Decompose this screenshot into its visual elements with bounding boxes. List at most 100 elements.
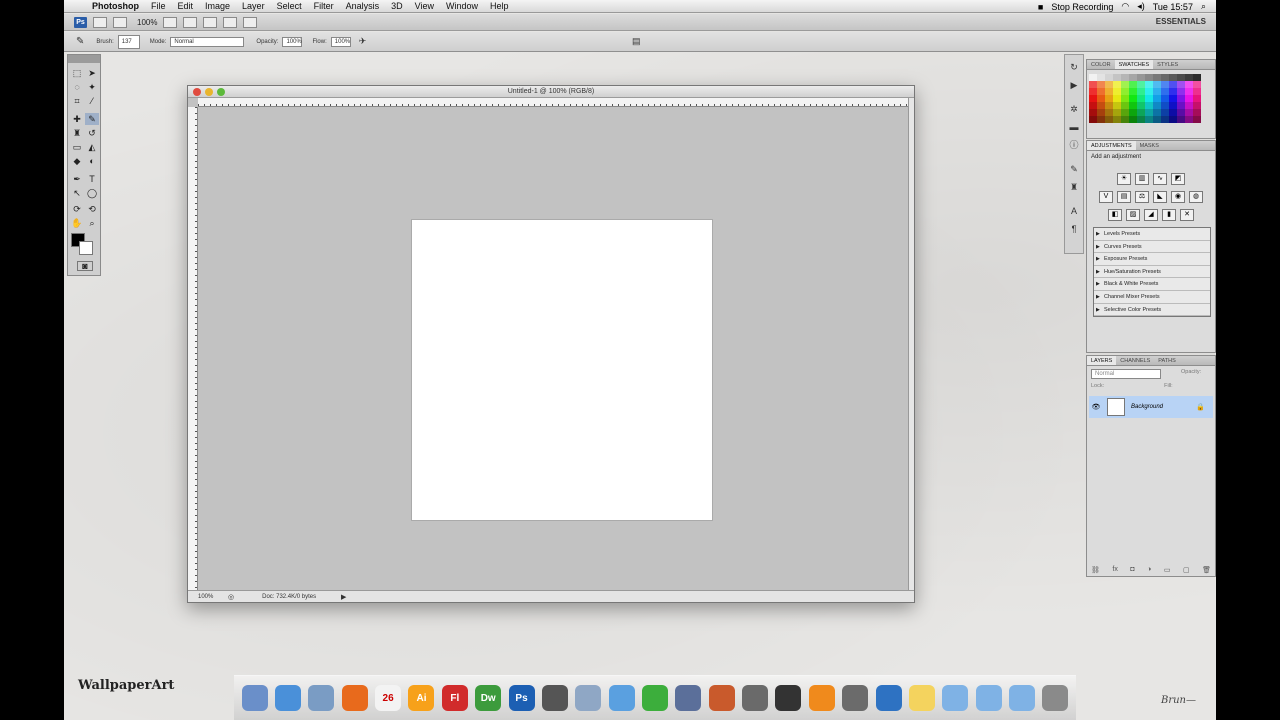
- swatch-cell[interactable]: [1137, 74, 1145, 81]
- layer-row-background[interactable]: 👁 Background 🔒: [1089, 396, 1213, 418]
- swatch-cell[interactable]: [1145, 102, 1153, 109]
- swatch-cell[interactable]: [1161, 95, 1169, 102]
- swatch-cell[interactable]: [1193, 116, 1201, 123]
- tab-swatches[interactable]: SWATCHES: [1114, 60, 1154, 69]
- menu-file[interactable]: File: [145, 1, 172, 11]
- swatch-cell[interactable]: [1113, 109, 1121, 116]
- swatch-cell[interactable]: [1177, 88, 1185, 95]
- color-balance-icon[interactable]: ⚖: [1135, 191, 1149, 203]
- brush-panel-toggle-icon[interactable]: ▤: [632, 36, 641, 47]
- dock-app-11[interactable]: [608, 685, 635, 711]
- dock-app-14[interactable]: [708, 685, 735, 711]
- swatch-cell[interactable]: [1177, 116, 1185, 123]
- swatch-cell[interactable]: [1105, 116, 1113, 123]
- invert-icon[interactable]: ◧: [1108, 209, 1122, 221]
- close-button[interactable]: [193, 88, 201, 96]
- arrange-documents-button[interactable]: [223, 16, 238, 28]
- zoom-tool-icon-panel[interactable]: ⌕: [85, 217, 99, 229]
- brushes-panel-icon[interactable]: ✎: [1068, 163, 1080, 175]
- swatch-cell[interactable]: [1169, 81, 1177, 88]
- type-tool-icon[interactable]: T: [85, 173, 99, 185]
- swatch-cell[interactable]: [1097, 74, 1105, 81]
- 3d-orbit-tool-icon[interactable]: ⟲: [85, 203, 99, 215]
- history-panel-icon[interactable]: ↻: [1068, 61, 1080, 73]
- dock-app-18[interactable]: [842, 685, 869, 711]
- dock-app-12[interactable]: [641, 685, 668, 711]
- swatch-cell[interactable]: [1113, 88, 1121, 95]
- swatch-cell[interactable]: [1153, 102, 1161, 109]
- new-group-icon[interactable]: ▭: [1164, 566, 1171, 574]
- screen-mode-button[interactable]: [243, 16, 258, 28]
- tools-panel-grip[interactable]: [68, 55, 100, 63]
- swatch-cell[interactable]: [1185, 88, 1193, 95]
- dock-app-6[interactable]: Fl: [441, 685, 468, 711]
- swatch-cell[interactable]: [1161, 88, 1169, 95]
- tab-masks[interactable]: MASKS: [1136, 141, 1163, 150]
- canvas-area[interactable]: [198, 107, 908, 590]
- posterize-icon[interactable]: ▨: [1126, 209, 1140, 221]
- info-panel-icon[interactable]: ⓘ: [1068, 139, 1080, 151]
- preset-curves[interactable]: Curves Presets: [1094, 241, 1210, 254]
- swatch-cell[interactable]: [1185, 102, 1193, 109]
- pen-tool-icon[interactable]: ✒: [70, 173, 84, 185]
- swatch-cell[interactable]: [1193, 102, 1201, 109]
- swatch-cell[interactable]: [1121, 102, 1129, 109]
- layer-visibility-eye-icon[interactable]: 👁: [1089, 403, 1103, 411]
- swatch-cell[interactable]: [1169, 102, 1177, 109]
- dock-app-9[interactable]: [541, 685, 568, 711]
- swatch-cell[interactable]: [1105, 95, 1113, 102]
- swatch-cell[interactable]: [1145, 88, 1153, 95]
- swatch-cell[interactable]: [1145, 116, 1153, 123]
- tab-layers[interactable]: LAYERS: [1087, 356, 1117, 365]
- swatch-cell[interactable]: [1145, 74, 1153, 81]
- swatch-cell[interactable]: [1129, 95, 1137, 102]
- swatch-cell[interactable]: [1185, 95, 1193, 102]
- channel-mixer-icon[interactable]: ◍: [1189, 191, 1203, 203]
- status-menu-arrow-icon[interactable]: ▶: [341, 593, 346, 601]
- swatch-cell[interactable]: [1089, 81, 1097, 88]
- volume-icon[interactable]: ◂): [1137, 1, 1145, 12]
- dock-app-17[interactable]: [808, 685, 835, 711]
- horizontal-ruler[interactable]: [198, 98, 908, 107]
- menu-layer[interactable]: Layer: [236, 1, 271, 11]
- swatch-cell[interactable]: [1097, 88, 1105, 95]
- dock-app-1[interactable]: [275, 685, 302, 711]
- swatch-cell[interactable]: [1177, 74, 1185, 81]
- mode-select[interactable]: Normal: [170, 36, 245, 47]
- swatch-cell[interactable]: [1177, 102, 1185, 109]
- dock-app-15[interactable]: [742, 685, 769, 711]
- levels-icon[interactable]: ▥: [1135, 173, 1149, 185]
- menu-edit[interactable]: Edit: [172, 1, 200, 11]
- menu-view[interactable]: View: [409, 1, 440, 11]
- gradient-tool-icon[interactable]: ◭: [85, 141, 99, 153]
- swatch-cell[interactable]: [1193, 109, 1201, 116]
- swatch-cell[interactable]: [1137, 81, 1145, 88]
- tab-channels[interactable]: CHANNELS: [1116, 356, 1154, 365]
- wifi-icon[interactable]: ◠: [1121, 1, 1129, 12]
- layer-name[interactable]: Background: [1131, 404, 1163, 410]
- background-color-swatch[interactable]: [79, 241, 93, 255]
- dock-app-3[interactable]: [341, 685, 368, 711]
- swatch-cell[interactable]: [1121, 88, 1129, 95]
- swatch-cell[interactable]: [1129, 109, 1137, 116]
- swatch-cell[interactable]: [1089, 116, 1097, 123]
- swatch-cell[interactable]: [1193, 88, 1201, 95]
- swatch-cell[interactable]: [1145, 95, 1153, 102]
- menu-3d[interactable]: 3D: [385, 1, 409, 11]
- black-white-icon[interactable]: ◣: [1153, 191, 1167, 203]
- swatch-cell[interactable]: [1161, 116, 1169, 123]
- vertical-scrollbar[interactable]: [908, 98, 914, 590]
- swatch-cell[interactable]: [1089, 74, 1097, 81]
- swatch-cell[interactable]: [1137, 95, 1145, 102]
- swatch-cell[interactable]: [1089, 109, 1097, 116]
- dock-app-19[interactable]: [875, 685, 902, 711]
- crop-tool-icon[interactable]: ⌗: [70, 95, 84, 107]
- swatch-cell[interactable]: [1113, 74, 1121, 81]
- add-mask-icon[interactable]: ◘: [1130, 566, 1134, 574]
- flow-input[interactable]: 100%: [330, 36, 351, 47]
- swatch-cell[interactable]: [1113, 95, 1121, 102]
- dock-app-23[interactable]: [1008, 685, 1035, 711]
- dock-app-7[interactable]: Dw: [475, 685, 502, 711]
- swatch-cell[interactable]: [1121, 74, 1129, 81]
- swatch-cell[interactable]: [1153, 88, 1161, 95]
